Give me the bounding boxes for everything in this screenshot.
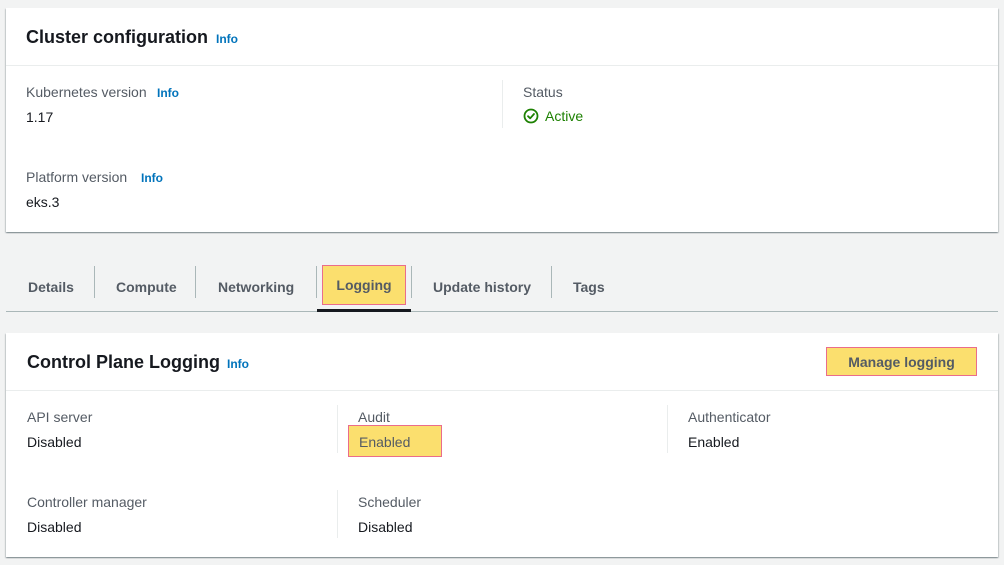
- cluster-configuration-info-link[interactable]: Info: [216, 32, 238, 46]
- column-divider: [337, 490, 338, 538]
- cluster-tabs: Details Compute Networking Logging Updat…: [6, 262, 998, 312]
- tab-separator: [195, 266, 196, 298]
- manage-logging-button[interactable]: Manage logging: [826, 347, 977, 376]
- kubernetes-version-info-link[interactable]: Info: [157, 86, 179, 100]
- authenticator-label: Authenticator: [688, 409, 771, 425]
- cluster-configuration-panel: Cluster configuration Info Kubernetes ve…: [6, 8, 998, 232]
- platform-version-value: eks.3: [26, 194, 60, 210]
- tab-compute[interactable]: Compute: [116, 262, 177, 311]
- audit-label: Audit: [358, 409, 390, 425]
- tab-separator: [316, 266, 317, 298]
- tab-tags-label: Tags: [573, 278, 605, 295]
- scheduler-label: Scheduler: [358, 494, 422, 510]
- api-server-value: Disabled: [27, 434, 82, 450]
- authenticator-value: Enabled: [688, 434, 740, 450]
- tab-update-history-label: Update history: [433, 278, 532, 295]
- column-divider: [502, 80, 503, 128]
- tab-networking[interactable]: Networking: [218, 262, 294, 311]
- platform-version-info-link[interactable]: Info: [141, 171, 163, 185]
- scheduler-value: Disabled: [358, 519, 413, 535]
- tab-separator: [94, 266, 95, 298]
- column-divider: [667, 405, 668, 453]
- control-plane-logging-title: Control Plane Logging: [27, 352, 220, 372]
- tab-separator: [551, 266, 552, 298]
- tab-active-indicator: [317, 309, 411, 312]
- tab-tags[interactable]: Tags: [573, 262, 605, 311]
- controller-manager-label: Controller manager: [27, 494, 147, 510]
- tab-update-history[interactable]: Update history: [433, 262, 531, 311]
- tab-separator: [411, 266, 412, 298]
- manage-logging-button-label: Manage logging: [848, 353, 955, 370]
- tab-details[interactable]: Details: [28, 262, 74, 311]
- status-value: Active: [545, 108, 584, 124]
- tab-logging-label: Logging: [322, 265, 406, 305]
- platform-version-label: Platform version: [26, 169, 128, 185]
- cluster-configuration-header: Cluster configuration Info: [6, 8, 998, 66]
- check-circle-icon: [523, 108, 539, 124]
- cluster-configuration-title: Cluster configuration: [26, 27, 209, 47]
- control-plane-logging-info-link[interactable]: Info: [227, 357, 249, 371]
- tab-compute-label: Compute: [116, 278, 177, 295]
- tab-networking-label: Networking: [218, 278, 295, 295]
- tab-logging[interactable]: Logging: [322, 265, 406, 305]
- status-indicator: Active: [523, 108, 583, 124]
- kubernetes-version-value: 1.17: [26, 109, 54, 125]
- column-divider: [337, 405, 338, 453]
- audit-value: Enabled: [348, 425, 442, 457]
- api-server-label: API server: [27, 409, 93, 425]
- control-plane-logging-header: Control Plane Logging Info Manage loggin…: [6, 333, 998, 391]
- status-label: Status: [523, 84, 563, 100]
- controller-manager-value: Disabled: [27, 519, 82, 535]
- tab-details-label: Details: [28, 278, 74, 295]
- kubernetes-version-label: Kubernetes version: [26, 84, 147, 100]
- control-plane-logging-panel: Control Plane Logging Info Manage loggin…: [6, 333, 998, 557]
